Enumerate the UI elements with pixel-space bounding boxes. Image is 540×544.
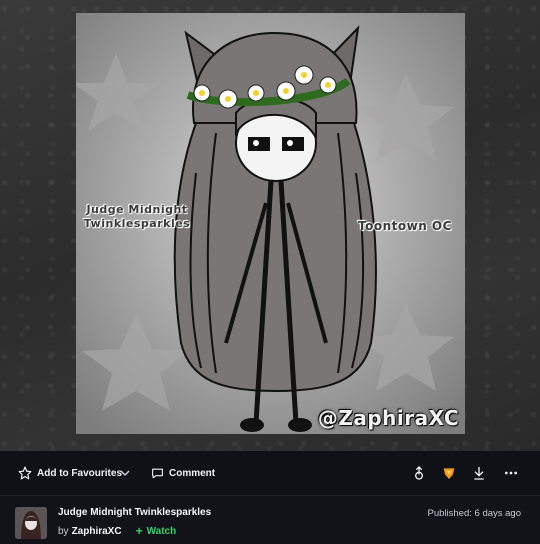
author-link[interactable]: ZaphiraXC [72,526,122,537]
add-to-favourites-button[interactable]: Add to Favourites [18,451,122,495]
give-badge-button[interactable] [440,464,458,482]
deviation-title[interactable]: Judge Midnight Twinklesparkles [58,507,211,518]
avatar[interactable] [15,507,47,539]
add-to-favourites-label: Add to Favourites [37,467,123,479]
share-button[interactable] [410,464,428,482]
comment-label: Comment [169,467,216,479]
badge-icon [443,468,455,479]
star-icon [18,466,32,480]
watch-label: Watch [146,525,177,537]
comment-button[interactable]: Comment [151,451,215,495]
avatar-image [15,507,47,539]
published-date: Published: 6 days ago [427,508,521,519]
chevron-down-icon [120,470,130,477]
artwork-oc-label: Toontown OC [358,219,452,233]
action-bar: Add to Favourites Comment [0,451,540,496]
artwork-character-name: Judge Midnight Twinklesparkles [82,203,192,231]
artwork-name-line1: Judge Midnight [86,203,188,216]
download-icon [474,467,484,480]
artwork-viewer: Judge Midnight Twinklesparkles Toontown … [0,0,540,451]
deviation-meta: Judge Midnight Twinklesparkles by Zaphir… [0,496,540,544]
share-icon [415,466,423,480]
plus-icon: + [135,524,143,538]
favourites-dropdown-button[interactable] [120,451,130,495]
download-button[interactable] [470,464,488,482]
by-label: by [58,525,69,537]
artwork-name-line2: Twinklesparkles [83,217,191,230]
byline: by ZaphiraXC + Watch [58,524,176,538]
more-icon [505,471,517,475]
comment-icon [152,468,163,478]
more-options-button[interactable] [502,464,520,482]
artwork-watermark: @ZaphiraXC [317,406,459,430]
artwork-image[interactable]: Judge Midnight Twinklesparkles Toontown … [76,13,465,434]
watch-button[interactable]: + Watch [136,524,177,538]
